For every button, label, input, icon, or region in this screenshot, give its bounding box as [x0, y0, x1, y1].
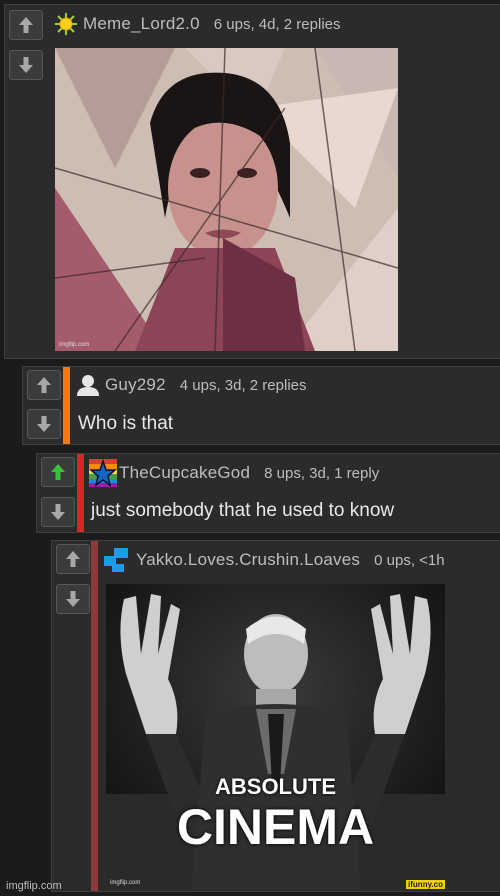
username[interactable]: TheCupcakeGod — [119, 463, 250, 483]
blue-pixel-icon — [102, 546, 130, 574]
user-silhouette-icon — [77, 375, 99, 396]
image-watermark-ifunny: ifunny.co — [406, 880, 445, 889]
comment-header: Yakko.Loves.Crushin.Loaves 0 ups, <1h — [102, 546, 445, 574]
comment-meta: 6 ups, 4d, 2 replies — [213, 15, 341, 33]
comment-yakko: Yakko.Loves.Crushin.Loaves 0 ups, <1h AB… — [51, 540, 500, 892]
arrow-down-icon — [66, 591, 80, 607]
meme-image-absolute-cinema[interactable]: ABSOLUTE CINEMA imgflip.com ifunny.co — [106, 584, 445, 889]
username[interactable]: Meme_Lord2.0 — [83, 14, 200, 34]
portrait-illustration — [55, 48, 398, 351]
comment-thecupcakegod: TheCupcakeGod 8 ups, 3d, 1 reply just so… — [36, 453, 500, 533]
comment-text: just somebody that he used to know — [91, 500, 395, 521]
arrow-up-icon — [51, 464, 65, 480]
arrow-up-icon — [19, 17, 33, 33]
username[interactable]: Guy292 — [105, 375, 166, 395]
comment-meta: 8 ups, 3d, 1 reply — [264, 464, 380, 482]
username[interactable]: Yakko.Loves.Crushin.Loaves — [136, 550, 360, 570]
comment-header: TheCupcakeGod 8 ups, 3d, 1 reply — [89, 459, 379, 487]
image-watermark: imgflip.com — [59, 342, 90, 348]
comment-header: Meme_Lord2.0 6 ups, 4d, 2 replies — [55, 13, 341, 35]
comment-header: Guy292 4 ups, 3d, 2 replies — [77, 374, 307, 396]
arrow-down-icon — [19, 57, 33, 73]
downvote-button[interactable] — [56, 584, 90, 614]
caption-bottom: CINEMA — [176, 799, 375, 855]
meme-image-gotye[interactable]: imgflip.com — [55, 48, 398, 351]
image-watermark-imgflip: imgflip.com — [110, 880, 141, 886]
upvote-button[interactable] — [9, 10, 43, 40]
arrow-down-icon — [51, 504, 65, 520]
thread-accent-bar — [63, 367, 70, 444]
comment-guy292: Guy292 4 ups, 3d, 2 replies Who is that — [22, 366, 500, 445]
rainbow-star-icon — [89, 459, 117, 487]
arrow-down-icon — [37, 416, 51, 432]
comment-meme-lord: Meme_Lord2.0 6 ups, 4d, 2 replies imgfli… — [4, 4, 500, 359]
caption-top: ABSOLUTE — [215, 774, 336, 799]
comment-meta: 0 ups, <1h — [374, 551, 445, 569]
site-watermark: imgflip.com — [6, 880, 62, 892]
thread-accent-bar — [91, 541, 98, 891]
upvote-button[interactable] — [27, 370, 61, 400]
sun-icon — [55, 13, 77, 35]
arrow-up-icon — [66, 551, 80, 567]
comment-meta: 4 ups, 3d, 2 replies — [179, 376, 307, 394]
downvote-button[interactable] — [9, 50, 43, 80]
upvote-button[interactable] — [56, 544, 90, 574]
thread-accent-bar — [77, 454, 84, 532]
upvote-button[interactable] — [41, 457, 75, 487]
arrow-up-icon — [37, 377, 51, 393]
downvote-button[interactable] — [41, 497, 75, 527]
downvote-button[interactable] — [27, 409, 61, 439]
comment-text: Who is that — [78, 413, 174, 434]
